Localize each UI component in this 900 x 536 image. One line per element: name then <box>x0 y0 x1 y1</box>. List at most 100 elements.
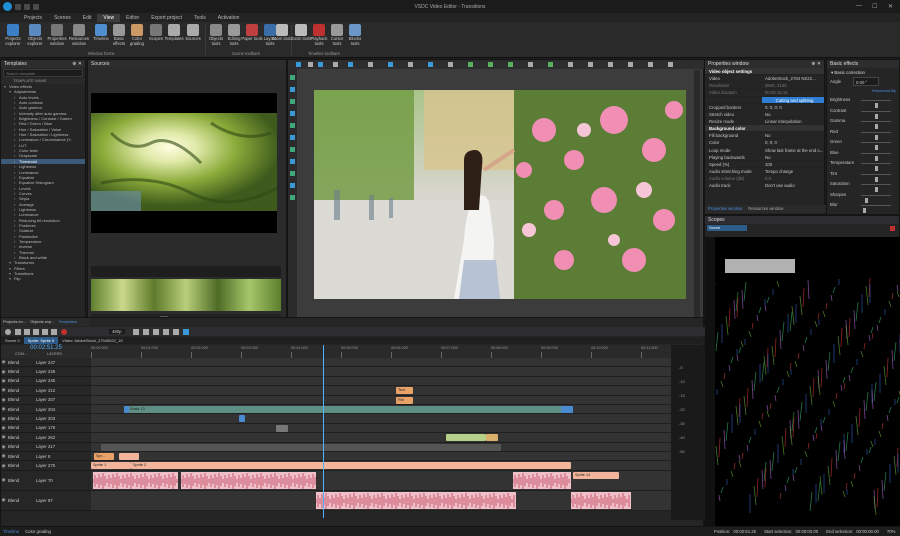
timeline-clip[interactable] <box>239 415 245 423</box>
property-value[interactable]: Show last frame at the end o... <box>762 147 824 153</box>
property-row[interactable]: Resolution 3840, 2160 <box>705 82 824 90</box>
menu-projects[interactable]: Projects <box>18 14 48 22</box>
tab-templates[interactable]: Templates <box>57 318 79 326</box>
track-lane[interactable] <box>91 367 671 377</box>
property-row[interactable]: Audio volume (dB) 0.0 <box>705 175 824 183</box>
property-row[interactable]: Video AdobeStock_2784 NS22... <box>705 75 824 83</box>
timeline-ruler[interactable]: 00:00.000 00:01.000 00:02.000 00:03.000 00:0… <box>91 345 671 358</box>
property-row[interactable]: Video duration 00:00:15.15 <box>705 89 824 97</box>
timeline-clip[interactable] <box>124 406 129 413</box>
angle-input[interactable]: 0.00 ° <box>853 77 879 86</box>
audio-clip[interactable] <box>571 491 631 509</box>
audio-clip[interactable] <box>316 491 516 509</box>
breadcrumb-sprite[interactable]: Sprite: Sprite 5 <box>23 337 59 344</box>
blend-mode[interactable]: Blend <box>6 360 36 365</box>
property-row[interactable]: Cropped borders 0; 0; 0; 0 <box>705 104 824 111</box>
blend-mode[interactable]: Blend <box>6 407 36 412</box>
track-lane[interactable] <box>91 442 671 452</box>
menu-activation[interactable]: Activation <box>212 14 246 22</box>
tab-resources-window[interactable]: Resources window <box>745 205 786 213</box>
pin-icon[interactable]: ⊕ ✕ <box>72 60 82 68</box>
track-lane[interactable]: Sprite 1 Sprite 2 <box>91 461 671 471</box>
template-search-input[interactable] <box>4 70 82 76</box>
property-row[interactable]: Cutting and splitting <box>705 96 824 104</box>
blend-mode[interactable]: Blend <box>6 478 36 483</box>
menu-edit[interactable]: Edit <box>77 14 98 22</box>
blend-mode[interactable]: Blend <box>6 416 36 421</box>
slider-track[interactable] <box>861 184 891 192</box>
blend-mode[interactable]: Blend <box>6 454 36 459</box>
tab-projects-explorer[interactable]: Projects ex... <box>1 318 28 326</box>
track-header[interactable]: ◉ Blend Layer 212 <box>1 386 91 396</box>
property-value[interactable]: Linear interpolation <box>762 118 824 124</box>
track-lane[interactable] <box>91 490 671 511</box>
close-icon[interactable]: ✕ <box>888 3 893 10</box>
property-row[interactable]: Playing backwards No <box>705 154 824 161</box>
track-header[interactable]: ◉ Blend Layer 204 <box>1 405 91 415</box>
template-item[interactable]: ▾ Flip <box>1 276 85 281</box>
track-lane[interactable]: Sprite 14 <box>91 470 671 491</box>
track-header[interactable]: ◉ Blend Layer 203 <box>1 414 91 424</box>
property-value[interactable]: 00:00:15.15 <box>762 89 824 95</box>
track-lane[interactable]: Spr... <box>91 452 671 462</box>
timeline-clip[interactable] <box>446 434 486 442</box>
track-header[interactable]: ◉ Blend Layer 245 <box>1 376 91 387</box>
timeline-clip[interactable] <box>119 453 139 460</box>
property-value[interactable]: Tempo change <box>762 168 824 174</box>
minimize-icon[interactable]: — <box>856 3 862 9</box>
property-row[interactable]: Stretch video No <box>705 111 824 118</box>
timeline-clip[interactable]: File <box>396 396 413 404</box>
track-lane[interactable] <box>91 423 671 434</box>
tab-timeline[interactable]: Timeline <box>0 529 22 534</box>
track-header[interactable]: ◉ Blend Layer 262 <box>1 433 91 443</box>
scene-toolbar-icons[interactable] <box>288 60 705 69</box>
track-header[interactable]: ◉ Blend Layer 207 <box>1 395 91 405</box>
objects-explorer-button[interactable]: Objects explorer <box>24 24 46 46</box>
property-row[interactable]: Audio track Don't use audio <box>705 182 824 190</box>
track-lane[interactable]: File <box>91 395 671 405</box>
breadcrumb-scene[interactable]: Scene 0 <box>1 337 24 344</box>
property-row[interactable]: Color 0; 0; 0 <box>705 139 824 147</box>
slider-track[interactable] <box>861 163 891 171</box>
playhead-cursor[interactable] <box>323 345 324 518</box>
timeline-clip[interactable] <box>276 424 288 432</box>
scopes-record-icon[interactable] <box>890 225 895 231</box>
property-value[interactable]: 0; 0; 0; 0 <box>762 104 824 110</box>
track-header[interactable]: ◉ Blend Layer 275 <box>1 461 91 471</box>
scopes-mode-select[interactable]: Scene <box>707 225 747 231</box>
property-value[interactable]: Don't use audio <box>762 182 824 188</box>
breadcrumb-video[interactable]: Video: AdobeStock_27945522_15 <box>58 337 126 344</box>
slider-track[interactable] <box>861 173 891 182</box>
projects-explorer-button[interactable]: Projects explorer <box>2 24 24 46</box>
source-filmstrip[interactable] <box>91 279 281 311</box>
timeline-clip[interactable] <box>101 443 501 451</box>
track-lane[interactable] <box>91 358 671 368</box>
property-row[interactable]: Fill background No <box>705 132 824 140</box>
track-header[interactable]: ◉ Blend Layer 246 <box>1 367 91 377</box>
blend-mode[interactable]: Blend <box>6 369 36 374</box>
slider-track[interactable] <box>861 142 891 150</box>
blend-mode[interactable]: Blend <box>6 498 36 503</box>
property-value[interactable]: No <box>762 132 824 138</box>
property-row[interactable]: Resize mode Linear interpolation <box>705 118 824 126</box>
property-value[interactable]: 3840, 2160 <box>762 82 824 88</box>
timeline-clip[interactable]: Sprite 1 <box>91 462 131 470</box>
property-value[interactable]: 0.0 <box>762 175 824 181</box>
track-lane[interactable]: Text <box>91 386 671 396</box>
property-row[interactable]: Loop mode Show last frame at the end o... <box>705 147 824 154</box>
properties-window-button[interactable]: Properties window <box>46 24 68 46</box>
property-value[interactable]: 0; 0; 0 <box>762 139 824 145</box>
timeline-clip[interactable]: Spr... <box>94 453 114 460</box>
slider-track[interactable] <box>861 100 891 108</box>
maximize-icon[interactable]: ☐ <box>872 3 877 10</box>
track-header[interactable]: ◉ Blend Layer 8 <box>1 452 91 462</box>
scene-side-toolbar[interactable] <box>288 69 297 326</box>
blend-mode[interactable]: Blend <box>6 378 36 383</box>
slider-track[interactable] <box>861 194 891 203</box>
basic-correction-section[interactable]: ▾ Basic correction <box>827 68 899 77</box>
scene-vertical-scrollbar[interactable] <box>694 70 700 320</box>
track-header[interactable]: ◉ Blend Layer 176 <box>1 423 91 434</box>
timeline-clip[interactable] <box>486 434 498 442</box>
tab-objects-explorer[interactable]: Objects exp... <box>28 318 56 326</box>
sources-button[interactable]: Sources <box>182 24 204 42</box>
